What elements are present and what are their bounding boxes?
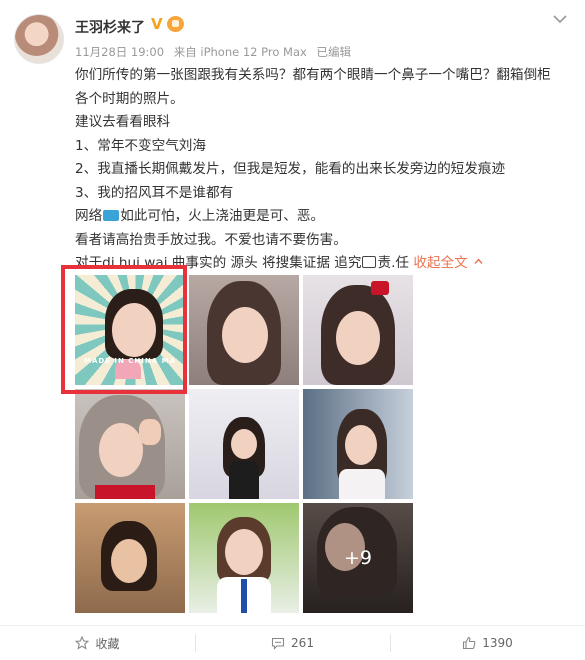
post-line: 网络 如此可怕，火上浇油更是可、恶。	[75, 205, 565, 229]
post-text: 责.任	[377, 255, 409, 271]
comment-icon	[271, 637, 285, 650]
post-line: 1、常年不变空气刘海	[75, 137, 206, 154]
post-image[interactable]	[303, 275, 413, 385]
post-text: 对于di.hui.wai.曲事实的 源头 将搜集证据 追究	[75, 255, 362, 271]
post-meta: 11月28日 19:00 来自 iPhone 12 Pro Max 已编辑	[75, 44, 357, 60]
post-line: 你们所传的第一张图跟我有关系吗？都有两个眼睛一个鼻子一个嘴巴？翻箱倒柜	[75, 67, 551, 83]
post-image[interactable]	[189, 389, 299, 499]
post-image[interactable]: MADE IN CHINA MA	[75, 275, 185, 385]
avatar[interactable]	[14, 14, 64, 64]
image-caption: MADE IN CHINA MA	[83, 357, 176, 365]
post-image[interactable]	[75, 389, 185, 499]
post-line: 看者请高抬贵手放过我。不爱也请不要伤害。	[75, 231, 347, 248]
comment-button[interactable]: 261	[195, 626, 390, 660]
post-text: 如此可怕，火上浇油更是可、恶。	[120, 208, 325, 224]
post-line: 对于di.hui.wai.曲事实的 源头 将搜集证据 追究 责.任 收起全文	[75, 252, 565, 276]
computer-emoji-icon	[103, 210, 120, 221]
post-content: 你们所传的第一张图跟我有关系吗？都有两个眼睛一个鼻子一个嘴巴？翻箱倒柜 各个时期…	[75, 64, 565, 276]
post-source: 来自 iPhone 12 Pro Max	[173, 45, 307, 59]
comment-count: 261	[291, 636, 314, 650]
post-text: 网络	[75, 208, 103, 224]
like-button[interactable]: 1390	[390, 626, 585, 660]
like-count: 1390	[482, 636, 513, 650]
post-line: 3、我的招风耳不是谁都有	[75, 184, 234, 201]
chevron-down-icon[interactable]	[553, 14, 567, 24]
favorite-label: 收藏	[95, 636, 120, 651]
post-line: 各个时期的照片。	[75, 90, 184, 107]
chevron-up-icon[interactable]	[474, 257, 483, 266]
post-image[interactable]	[75, 503, 185, 613]
verified-badge-icon: V	[151, 15, 163, 33]
post-image[interactable]: +9	[303, 503, 413, 613]
post-line: 2、我直播长期佩戴发片，但我是短发，能看的出来长发旁边的短发痕迹	[75, 161, 506, 177]
book-emoji-icon	[362, 256, 377, 268]
collapse-text-link[interactable]: 收起全文	[413, 255, 467, 271]
author-name[interactable]: 王羽杉来了	[75, 17, 145, 37]
more-images-count[interactable]: +9	[303, 503, 413, 613]
post-edited: 已编辑	[316, 45, 351, 59]
post-image[interactable]	[303, 389, 413, 499]
post-date[interactable]: 11月28日 19:00	[75, 45, 164, 59]
member-badge-icon	[167, 16, 184, 32]
star-icon	[75, 636, 90, 650]
post-image[interactable]	[189, 503, 299, 613]
image-grid: MADE IN CHINA MA +9	[75, 275, 414, 614]
post-actions: 收藏 261 1390	[0, 626, 585, 660]
post-image[interactable]	[189, 275, 299, 385]
thumbs-up-icon	[463, 636, 476, 650]
favorite-button[interactable]: 收藏	[0, 626, 195, 660]
post-line: 建议去看看眼科	[75, 114, 171, 130]
